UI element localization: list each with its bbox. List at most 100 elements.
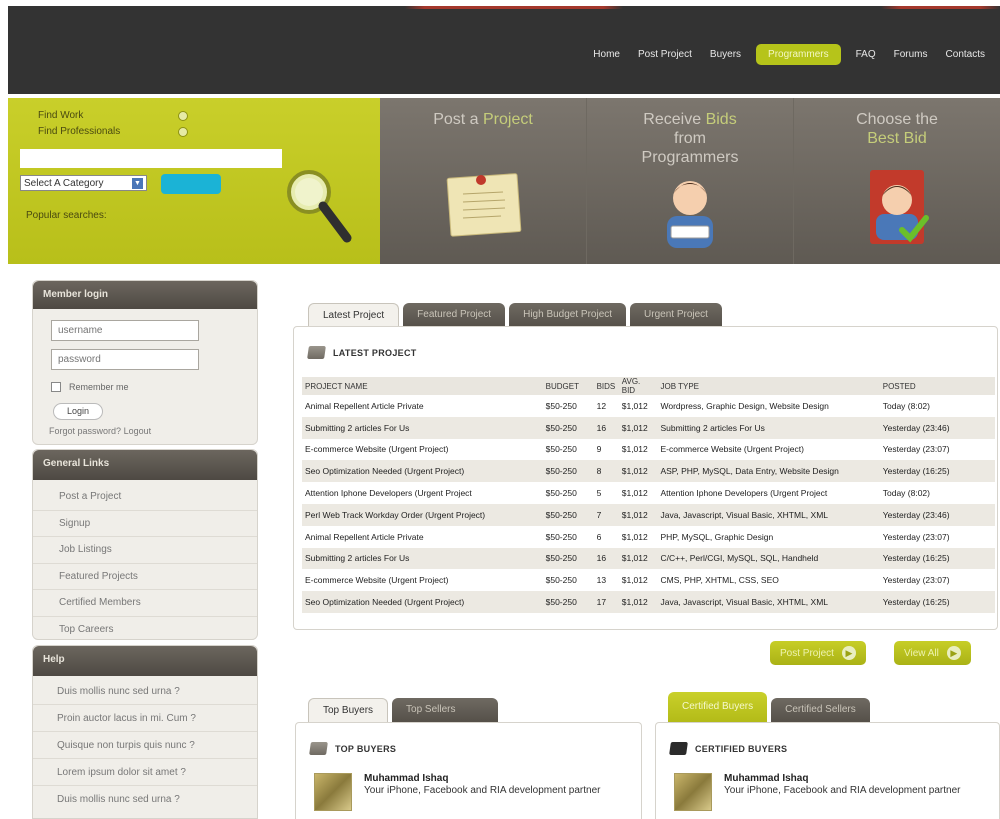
tab-urgent-project[interactable]: Urgent Project [630, 303, 722, 327]
table-row[interactable]: Animal Repellent Article Private $50-250 1… [302, 395, 995, 417]
cell-bids: 16 [593, 416, 619, 439]
avatar [674, 773, 712, 811]
cell-budget: $50-250 [542, 416, 594, 439]
nav-buyers[interactable]: Buyers [701, 45, 750, 64]
cell-project-name[interactable]: Seo Optimization Needed (Urgent Project) [302, 591, 543, 613]
table-row[interactable]: Attention Iphone Developers (Urgent Proj… [302, 482, 995, 504]
cell-posted: Yesterday (23:07) [882, 531, 950, 542]
tab-certified-sellers[interactable]: Certified Sellers [771, 698, 870, 722]
buyer-card[interactable]: Muhammad Ishaq Your iPhone, Facebook and… [314, 773, 604, 811]
cell-job-type: ASP, PHP, MySQL, Data Entry, Website Des… [657, 460, 880, 483]
nav-post-project[interactable]: Post Project [629, 45, 701, 64]
step-project: Project [483, 111, 533, 128]
buyer-name[interactable]: Muhammad Ishaq [724, 773, 964, 784]
tab-featured-project[interactable]: Featured Project [403, 303, 506, 327]
cell-project-name[interactable]: Animal Repellent Article Private [302, 395, 543, 417]
login-button[interactable]: Login [53, 403, 103, 420]
cell-job-type: PHP, MySQL, Graphic Design [660, 531, 774, 542]
table-row[interactable]: Animal Repellent Article Private $50-250 6… [302, 526, 995, 548]
tab-latest-project[interactable]: Latest Project [308, 303, 400, 327]
nav-programmers[interactable]: Programmers [756, 44, 841, 65]
nav-forums[interactable]: Forums [885, 45, 937, 64]
find-professionals-label: Find Professionals [38, 126, 121, 137]
remember-me-row[interactable]: Remember me [51, 382, 129, 392]
cell-project-name[interactable]: Submitting 2 articles For Us [302, 416, 543, 439]
programmer-avatar-icon [667, 181, 713, 248]
cell-posted: Yesterday (16:25) [879, 591, 995, 613]
post-project-button[interactable]: Post Project ▶ [770, 641, 866, 665]
password-field[interactable] [51, 349, 199, 370]
link-post-project[interactable]: Post a Project [33, 484, 257, 511]
cell-avg-bid: $1,012 [621, 400, 648, 411]
table-row[interactable]: Submitting 2 articles For Us $50-250 16 $1,… [302, 416, 995, 439]
cell-bids: 6 [596, 531, 602, 542]
post-project-label: Post Project [780, 647, 834, 659]
folder-icon [669, 742, 688, 755]
forgot-password-link[interactable]: Forgot password? [49, 426, 121, 436]
folder-icon [309, 742, 328, 755]
search-input[interactable] [20, 149, 282, 168]
cell-project-name[interactable]: Seo Optimization Needed (Urgent Project) [302, 460, 543, 483]
step-choose-best-bid: Choose the Best Bid [794, 98, 1000, 264]
cell-posted: Yesterday (23:07) [882, 444, 950, 455]
help-item[interactable]: Duis mollis nunc sed urna ? [33, 786, 257, 813]
buyer-card[interactable]: Muhammad Ishaq Your iPhone, Facebook and… [674, 773, 964, 811]
link-featured-projects[interactable]: Featured Projects [33, 564, 257, 590]
tab-top-sellers[interactable]: Top Sellers [392, 698, 499, 722]
cell-project-name[interactable]: E-commerce Website (Urgent Project) [302, 439, 543, 461]
link-signup[interactable]: Signup [33, 511, 257, 537]
category-select[interactable]: Select A Category ▼ [20, 175, 147, 191]
link-certified-members[interactable]: Certified Members [33, 590, 257, 617]
tab-certified-buyers[interactable]: Certified Buyers [668, 692, 768, 722]
cell-project-name[interactable]: Perl Web Track Workday Order (Urgent Pro… [302, 503, 543, 526]
help-item[interactable]: Lorem ipsum dolor sit amet ? [33, 759, 257, 786]
cell-bids: 12 [596, 400, 607, 411]
help-item[interactable]: Duis mollis nunc sed urna ? [33, 678, 257, 705]
cell-posted: Yesterday (23:07) [882, 575, 950, 586]
remember-me-label: Remember me [69, 382, 129, 392]
logout-link[interactable]: Logout [124, 426, 152, 436]
link-top-careers[interactable]: Top Careers [33, 617, 257, 644]
cell-avg-bid: $1,012 [621, 488, 648, 499]
cell-budget: $50-250 [545, 444, 577, 455]
nav-faq[interactable]: FAQ [847, 45, 885, 64]
cell-project-name[interactable]: Submitting 2 articles For Us [302, 547, 543, 570]
table-row[interactable]: Perl Web Track Workday Order (Urgent Pro… [302, 503, 995, 526]
cell-posted: Today (8:02) [882, 400, 930, 411]
tab-high-budget-project[interactable]: High Budget Project [509, 303, 627, 327]
view-all-button[interactable]: View All ▶ [894, 641, 971, 665]
member-login-title: Member login [33, 281, 257, 309]
table-row[interactable]: E-commerce Website (Urgent Project) $50-2… [302, 439, 995, 461]
find-professionals-radio[interactable] [178, 126, 188, 137]
certified-buyers-title: CERTIFIED BUYERS [695, 743, 788, 754]
remember-me-checkbox[interactable] [51, 382, 61, 392]
find-work-row[interactable]: Find Work [38, 110, 188, 121]
cell-project-name[interactable]: Attention Iphone Developers (Urgent Proj… [302, 482, 543, 504]
search-button[interactable] [161, 174, 221, 194]
cell-job-type: Submitting 2 articles For Us [657, 416, 880, 439]
help-item[interactable]: Quisque non turpis quis nunc ? [33, 732, 257, 759]
table-row[interactable]: E-commerce Website (Urgent Project) $50-2… [302, 569, 995, 591]
cell-avg-bid: $1,012 [618, 547, 658, 570]
cell-project-name[interactable]: E-commerce Website (Urgent Project) [302, 569, 543, 591]
table-row[interactable]: Seo Optimization Needed (Urgent Project)… [302, 460, 995, 483]
find-professionals-row[interactable]: Find Professionals [38, 126, 188, 137]
project-tabs: Latest Project Featured Project High Bud… [308, 303, 722, 327]
help-item[interactable]: Proin auctor lacus in mi. Cum ? [33, 705, 257, 732]
username-field[interactable] [51, 320, 199, 341]
step-receive: Receive [643, 111, 702, 128]
cell-project-name[interactable]: Animal Repellent Article Private [302, 526, 543, 548]
tab-top-buyers[interactable]: Top Buyers [308, 698, 389, 722]
buyer-name[interactable]: Muhammad Ishaq [364, 773, 604, 784]
nav-contacts[interactable]: Contacts [937, 45, 994, 64]
link-job-listings[interactable]: Job Listings [33, 537, 257, 564]
step-from: from [674, 130, 706, 147]
table-row[interactable]: Submitting 2 articles For Us $50-250 16 $1,… [302, 547, 995, 570]
nav-home[interactable]: Home [584, 45, 629, 64]
winner-check-icon [870, 170, 929, 244]
table-row[interactable]: Seo Optimization Needed (Urgent Project)… [302, 591, 995, 613]
cell-job-type: Attention Iphone Developers (Urgent Proj… [660, 488, 828, 499]
top-header: Home Post Project Buyers Programmers FAQ… [8, 6, 1000, 94]
login-links: Forgot password? Logout [49, 426, 151, 436]
find-work-radio[interactable] [178, 110, 188, 121]
